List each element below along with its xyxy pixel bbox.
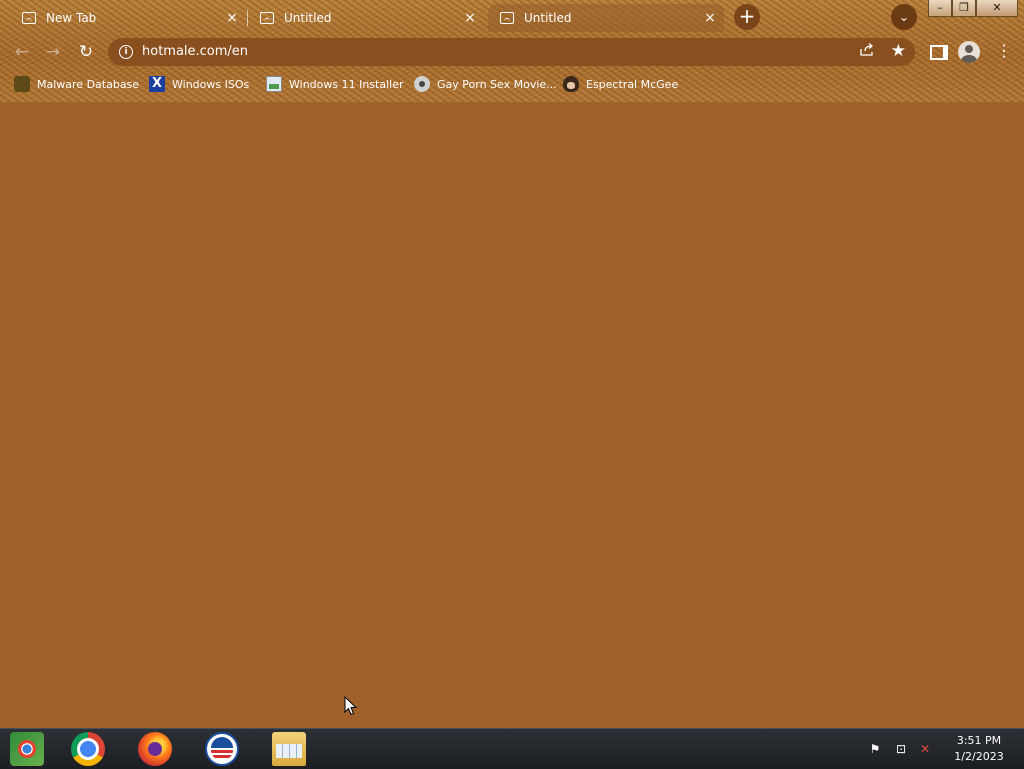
profile-avatar-icon[interactable]: [958, 41, 980, 63]
bookmark-windows-11-installer[interactable]: Windows 11 Installer: [266, 75, 404, 93]
tab-close-icon[interactable]: ×: [462, 10, 478, 26]
tab-favicon-icon: [260, 12, 274, 24]
bookmark-gay-porn-sex-movie[interactable]: Gay Porn Sex Movie...: [414, 75, 557, 93]
disc-icon: [414, 76, 430, 92]
bookmark-malware-database[interactable]: Malware Database: [14, 75, 139, 93]
malware-icon: [14, 76, 30, 92]
share-icon-svg: [860, 43, 874, 56]
clock-date: 1/2/2023: [954, 750, 1004, 763]
reload-button[interactable]: ↻: [74, 40, 98, 64]
share-icon[interactable]: [859, 43, 875, 61]
tab-title: Untitled: [284, 11, 332, 25]
bookmark-espectral-mcgee[interactable]: Espectral McGee: [563, 75, 678, 93]
tab-close-icon[interactable]: ×: [224, 10, 240, 26]
tab-untitled-2-active[interactable]: Untitled ×: [488, 4, 724, 32]
browser-frame: New Tab × Untitled × Untitled × + ⌄ – ❐ …: [0, 0, 1024, 102]
taskbar: ⚑ ⊡ ✕ 3:51 PM 1/2/2023: [0, 728, 1024, 769]
image-icon: [266, 76, 282, 92]
maximize-button[interactable]: ❐: [952, 0, 976, 17]
action-center-flag-icon[interactable]: ⚑: [868, 742, 882, 756]
chromium-icon[interactable]: [10, 732, 44, 766]
bookmark-label: Malware Database: [37, 77, 140, 91]
tab-favicon-icon: [22, 12, 36, 24]
bookmarks-bar: Malware Database X Windows ISOs Windows …: [0, 72, 1024, 96]
tab-title: New Tab: [46, 11, 97, 25]
volume-muted-icon[interactable]: ✕: [918, 742, 932, 756]
clock-time: 3:51 PM: [956, 734, 1002, 747]
tab-untitled-1[interactable]: Untitled ×: [248, 4, 484, 32]
mouse-cursor-icon: [344, 696, 358, 716]
system-clock[interactable]: 3:51 PM 1/2/2023: [944, 733, 1014, 765]
minimize-button[interactable]: –: [928, 0, 952, 17]
browser-toolbar: ← → ↻ i hotmale.com/en ★ ⋮: [0, 36, 1024, 68]
page-content-area[interactable]: [0, 102, 1024, 728]
bookmark-label: Gay Porn Sex Movie...: [437, 77, 557, 91]
tab-favicon-icon: [500, 12, 514, 24]
tab-close-icon[interactable]: ×: [702, 10, 718, 26]
forward-button[interactable]: →: [41, 40, 65, 64]
address-bar[interactable]: i hotmale.com/en ★: [108, 38, 915, 66]
side-panel-icon[interactable]: [930, 45, 948, 60]
address-url[interactable]: hotmale.com/en: [142, 44, 248, 59]
face-icon: [563, 76, 579, 92]
bookmark-label: Windows 11 Installer: [289, 77, 404, 91]
obama-icon[interactable]: [205, 732, 239, 766]
tab-new-tab[interactable]: New Tab ×: [10, 4, 246, 32]
tab-title: Untitled: [524, 11, 572, 25]
bookmark-windows-isos[interactable]: X Windows ISOs: [149, 75, 249, 93]
firefox-icon[interactable]: [138, 732, 172, 766]
new-tab-button[interactable]: +: [734, 4, 760, 30]
chrome-icon[interactable]: [71, 732, 105, 766]
browser-menu-icon[interactable]: ⋮: [996, 42, 1012, 60]
bookmark-label: Windows ISOs: [172, 77, 250, 91]
close-window-button[interactable]: ✕: [976, 0, 1018, 17]
network-icon[interactable]: ⊡: [894, 742, 908, 756]
site-info-icon[interactable]: i: [119, 45, 133, 59]
bookmark-label: Espectral McGee: [586, 77, 679, 91]
x-icon: X: [149, 76, 165, 92]
file-explorer-icon[interactable]: [272, 732, 306, 766]
bookmark-star-icon[interactable]: ★: [891, 41, 906, 61]
tab-search-button[interactable]: ⌄: [891, 4, 917, 30]
back-button[interactable]: ←: [10, 40, 34, 64]
